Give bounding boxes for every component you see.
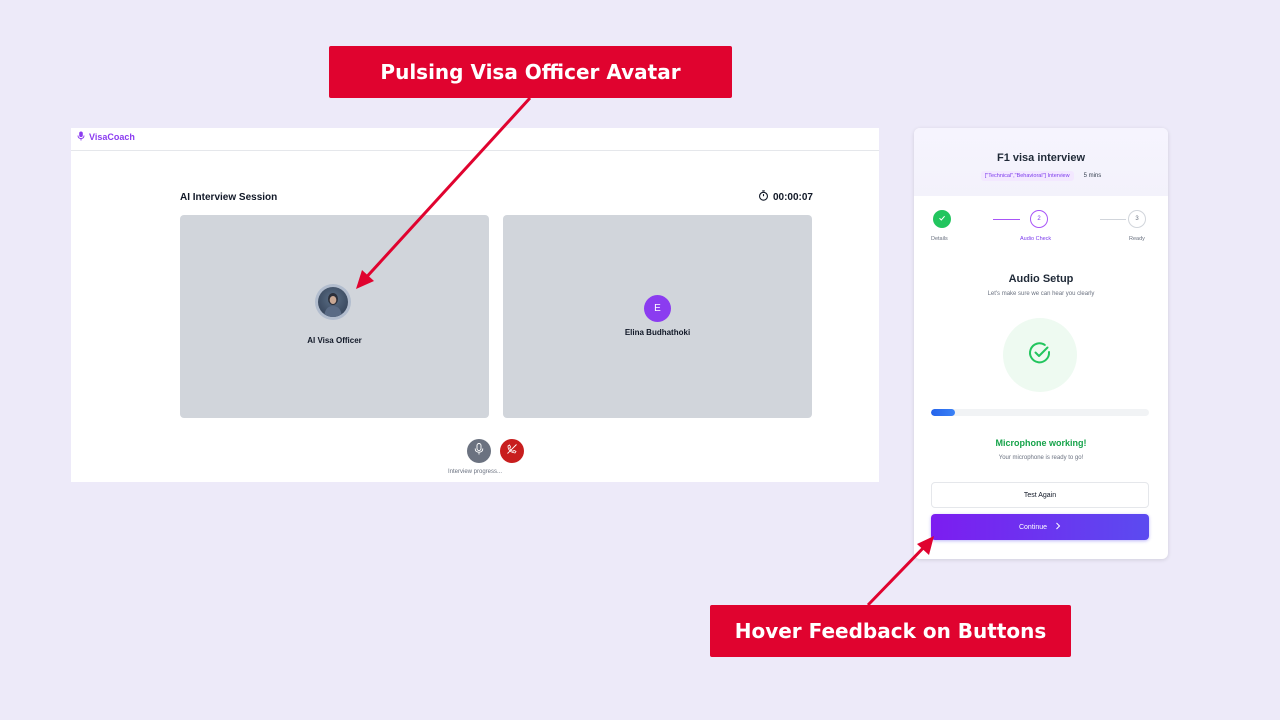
microphone-icon xyxy=(474,442,484,460)
timer-value: 00:00:07 xyxy=(772,191,813,203)
callout-hover-feedback: Hover Feedback on Buttons xyxy=(710,605,1071,657)
brand-name: VisaCoach xyxy=(89,132,135,142)
mic-status-subtext: Your microphone is ready to go! xyxy=(998,455,1084,461)
interview-meta: ["Technical","Behavioral"] Interview 5 m… xyxy=(914,171,1168,181)
progress-stepper: 2 3 Details Audio Check Ready xyxy=(914,210,1168,250)
mute-button[interactable] xyxy=(467,439,491,463)
call-controls xyxy=(467,439,524,463)
chevron-right-icon xyxy=(1055,522,1061,532)
brand-logo[interactable]: VisaCoach xyxy=(77,128,135,146)
session-header: AI Interview Session 00:00:07 xyxy=(180,190,813,204)
officer-video-tile: AI Visa Officer xyxy=(180,215,489,418)
user-video-tile: E Elina Budhathoki xyxy=(503,215,812,418)
mic-status-indicator xyxy=(1003,318,1077,392)
step-details[interactable] xyxy=(933,210,951,228)
step-connector xyxy=(993,219,1020,220)
mic-status-text: Microphone working! xyxy=(995,438,1087,448)
audio-setup-panel: F1 visa interview ["Technical","Behavior… xyxy=(914,128,1168,559)
progress-note: Interview progress... xyxy=(447,469,503,475)
interview-type-badge: ["Technical","Behavioral"] Interview xyxy=(980,171,1074,181)
continue-button[interactable]: Continue xyxy=(931,514,1149,540)
officer-label: AI Visa Officer xyxy=(307,336,362,345)
step-ready[interactable]: 3 xyxy=(1128,210,1146,228)
user-name-label: Elina Budhathoki xyxy=(624,328,691,337)
interview-session-window: VisaCoach AI Interview Session 00:00:07 … xyxy=(71,128,879,482)
phone-off-icon xyxy=(506,442,518,460)
officer-avatar xyxy=(318,287,348,317)
section-subtitle: Let's make sure we can hear you clearly xyxy=(987,291,1095,297)
mic-level-fill xyxy=(931,409,955,416)
user-avatar: E xyxy=(644,295,671,322)
section-title: Audio Setup xyxy=(1008,273,1074,285)
step-label-audio-check: Audio Check xyxy=(1020,236,1052,242)
microphone-icon xyxy=(77,128,85,146)
end-call-button[interactable] xyxy=(500,439,524,463)
interview-title: F1 visa interview xyxy=(996,152,1086,164)
session-title: AI Interview Session xyxy=(180,191,278,203)
panel-header: F1 visa interview ["Technical","Behavior… xyxy=(914,128,1168,196)
test-again-button[interactable]: Test Again xyxy=(931,482,1149,508)
stopwatch-icon xyxy=(758,190,769,204)
step-audio-check[interactable]: 2 xyxy=(1030,210,1048,228)
check-icon xyxy=(938,214,946,224)
mic-level-meter xyxy=(931,409,1149,416)
session-timer: 00:00:07 xyxy=(758,190,813,204)
callout-pulsing-avatar: Pulsing Visa Officer Avatar xyxy=(329,46,732,98)
duration-label: 5 mins xyxy=(1083,173,1102,179)
check-circle-icon xyxy=(1027,340,1053,371)
top-navbar: VisaCoach xyxy=(71,128,879,151)
step-connector xyxy=(1100,219,1126,220)
step-label-ready: Ready xyxy=(1129,236,1145,242)
continue-label: Continue xyxy=(1018,523,1048,531)
step-label-details: Details xyxy=(931,236,948,242)
